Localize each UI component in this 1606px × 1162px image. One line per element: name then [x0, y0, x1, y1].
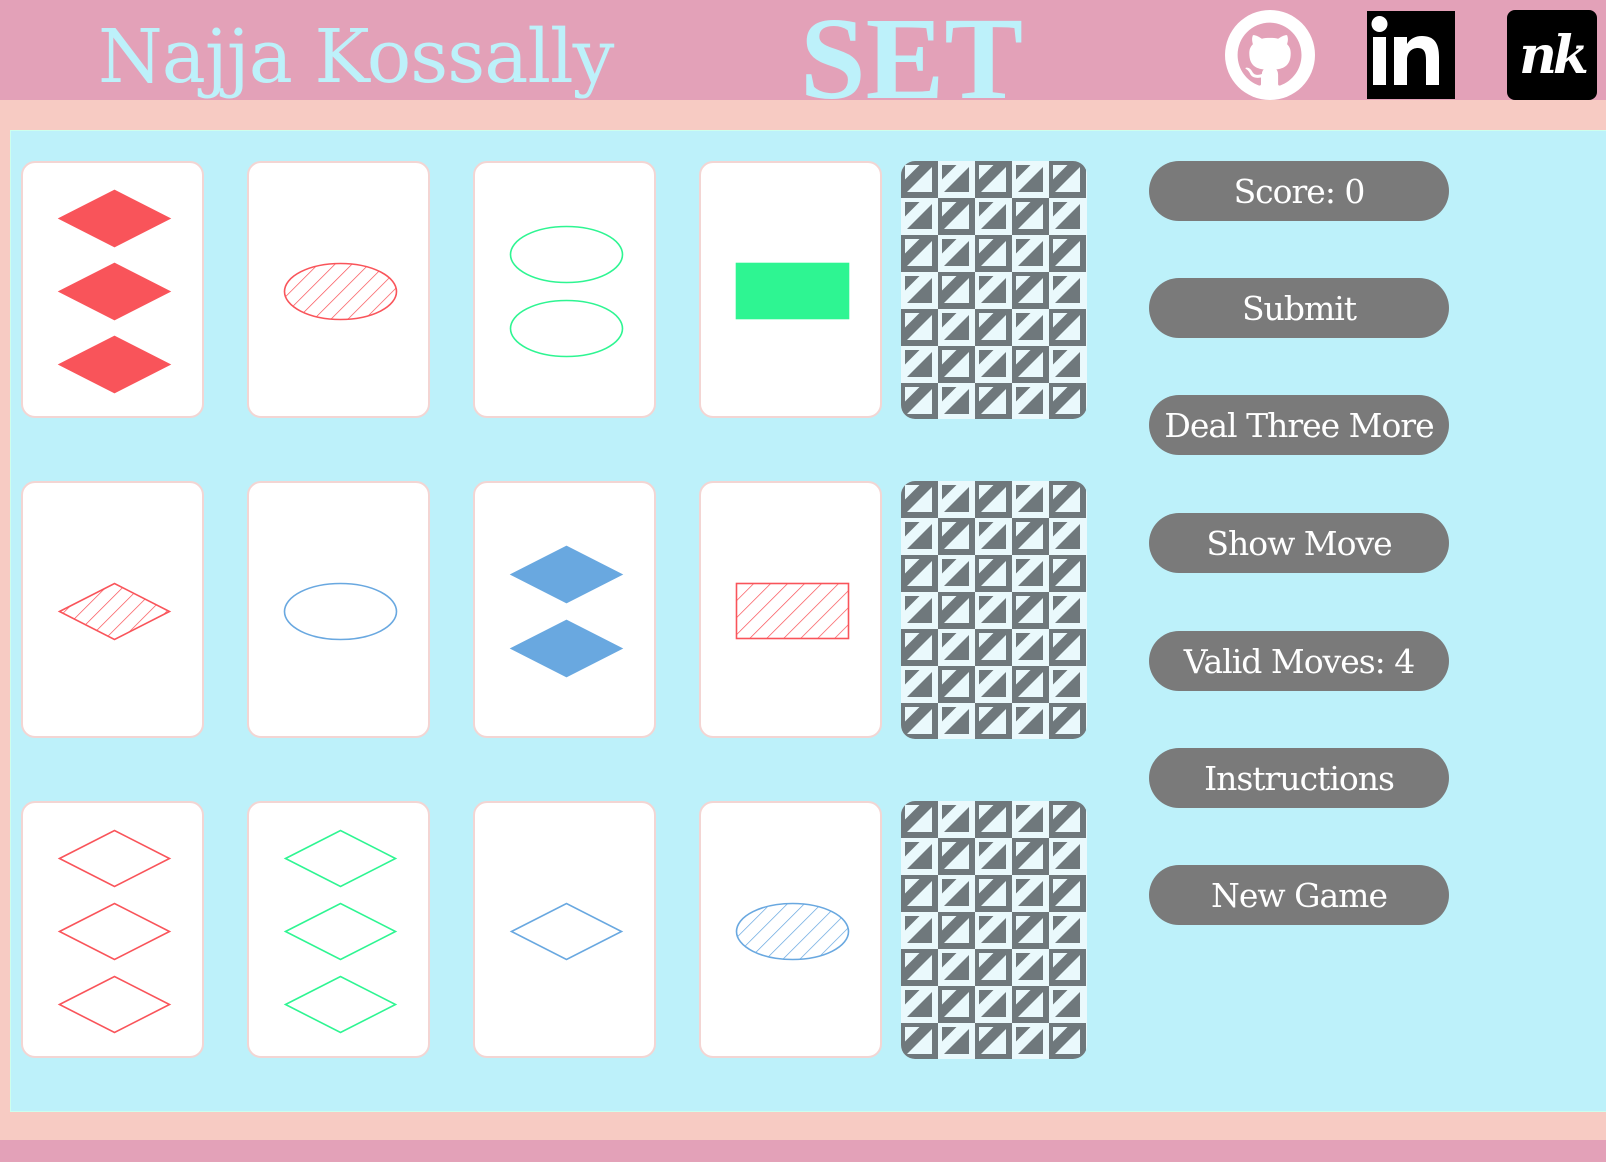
- deck-pile-1[interactable]: [901, 161, 1087, 419]
- instructions-button[interactable]: Instructions: [1149, 748, 1449, 808]
- green-empty-diamond-icon: [283, 902, 398, 961]
- card-back-pattern-icon: [901, 161, 1087, 419]
- red-empty-diamond-icon: [57, 975, 172, 1034]
- game-board: Score: 0 Submit Deal Three More Show Mov…: [10, 130, 1606, 1112]
- red-striped-oval-icon: [283, 262, 398, 321]
- card[interactable]: [473, 161, 656, 418]
- green-empty-oval-icon: [509, 225, 624, 284]
- show-move-button[interactable]: Show Move: [1149, 513, 1449, 573]
- green-empty-oval-icon: [509, 299, 624, 358]
- card[interactable]: [699, 801, 882, 1058]
- blue-striped-oval-icon: [735, 902, 850, 961]
- red-solid-diamond-icon: [57, 189, 172, 248]
- red-striped-rectangle-icon: [735, 582, 850, 640]
- card[interactable]: [699, 161, 882, 418]
- card[interactable]: [21, 161, 204, 418]
- github-icon: [1225, 10, 1315, 100]
- card[interactable]: [473, 801, 656, 1058]
- valid-moves-display: Valid Moves: 4: [1149, 631, 1449, 691]
- card-back-pattern-icon: [901, 481, 1087, 739]
- card[interactable]: [473, 481, 656, 738]
- red-solid-diamond-icon: [57, 335, 172, 394]
- deal-three-more-button[interactable]: Deal Three More: [1149, 395, 1449, 455]
- card[interactable]: [247, 801, 430, 1058]
- deck-pile-3[interactable]: [901, 801, 1087, 1059]
- nk-logo-icon: nk: [1519, 24, 1589, 86]
- green-solid-rectangle-icon: [735, 262, 850, 320]
- card[interactable]: [21, 801, 204, 1058]
- blue-empty-diamond-icon: [509, 902, 624, 961]
- green-empty-diamond-icon: [283, 975, 398, 1034]
- github-link[interactable]: [1225, 10, 1315, 100]
- deck-pile-2[interactable]: [901, 481, 1087, 739]
- new-game-button[interactable]: New Game: [1149, 865, 1449, 925]
- card[interactable]: [699, 481, 882, 738]
- red-empty-diamond-icon: [57, 902, 172, 961]
- frame: Score: 0 Submit Deal Three More Show Mov…: [0, 100, 1606, 1140]
- blue-solid-diamond-icon: [509, 545, 624, 604]
- green-empty-diamond-icon: [283, 829, 398, 888]
- card[interactable]: [21, 481, 204, 738]
- blue-solid-diamond-icon: [509, 619, 624, 678]
- header: Najja Kossally SET nk: [0, 0, 1606, 118]
- red-empty-diamond-icon: [57, 829, 172, 888]
- blue-empty-oval-icon: [283, 582, 398, 641]
- author-name: Najja Kossally: [98, 14, 614, 100]
- submit-button[interactable]: Submit: [1149, 278, 1449, 338]
- card[interactable]: [247, 161, 430, 418]
- score-display: Score: 0: [1149, 161, 1449, 221]
- red-solid-diamond-icon: [57, 262, 172, 321]
- card[interactable]: [247, 481, 430, 738]
- linkedin-link[interactable]: [1367, 11, 1455, 99]
- card-back-pattern-icon: [901, 801, 1087, 1059]
- linkedin-icon: [1371, 16, 1439, 85]
- portfolio-link[interactable]: nk: [1507, 10, 1597, 100]
- red-striped-diamond-icon: [57, 582, 172, 641]
